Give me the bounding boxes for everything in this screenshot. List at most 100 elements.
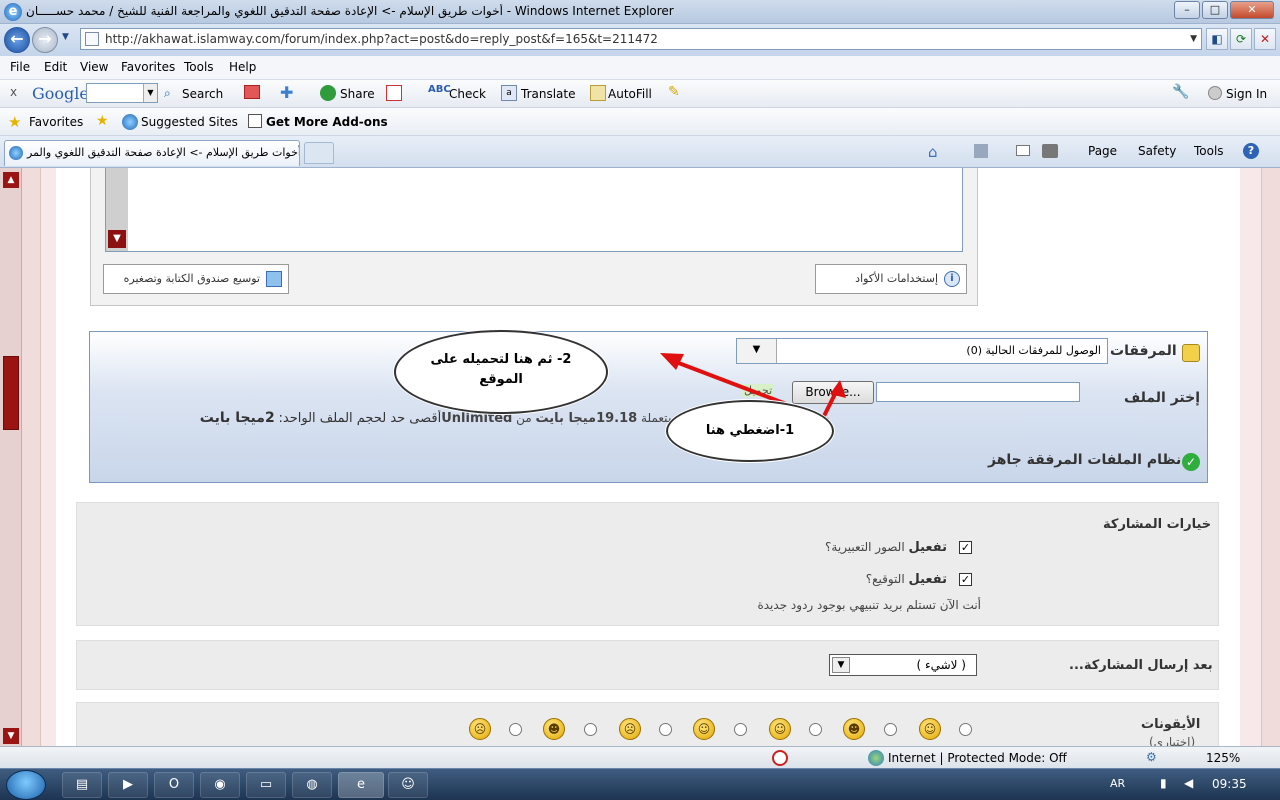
volume-icon[interactable]: ◀	[1184, 776, 1193, 790]
plus-icon[interactable]: ✚	[280, 83, 293, 102]
after-post-label: بعد إرسال المشاركة...	[1069, 658, 1213, 673]
taskbar-messenger-icon[interactable]: ☺	[388, 772, 428, 798]
blocked-icon	[772, 750, 788, 766]
status-bar: Internet | Protected Mode: Off ⚙ 125%	[0, 746, 1280, 768]
add-favorite-icon[interactable]: ★	[96, 113, 109, 129]
stop-icon[interactable]: ✕	[1254, 28, 1276, 50]
tools-menu[interactable]: Tools	[1194, 144, 1224, 158]
after-post-value: ( لاشيء )	[916, 658, 966, 672]
bookmark-icon[interactable]	[244, 85, 260, 99]
google-search-button[interactable]: Search	[182, 87, 223, 101]
signature-label-text: التوقيع؟	[865, 572, 905, 586]
toolbar-close-button[interactable]: x	[10, 85, 17, 99]
smile-icon: ☺	[919, 718, 941, 740]
arrow-step2-tail	[675, 360, 761, 396]
menu-favorites[interactable]: Favorites	[121, 60, 175, 74]
new-tab-button[interactable]	[304, 142, 334, 164]
icon-radio-1[interactable]	[959, 723, 972, 736]
network-icon[interactable]: ▮	[1160, 776, 1167, 790]
google-search-input[interactable]: ▼	[86, 83, 158, 103]
taskbar-explorer-icon[interactable]: ▭	[246, 772, 286, 798]
feeds-icon[interactable]	[974, 144, 988, 158]
highlighter-icon[interactable]: ✎	[668, 84, 680, 100]
emoticons-label: تفعيل الصور التعبيرية؟	[823, 540, 947, 555]
taskbar-ie-icon[interactable]: e	[338, 772, 384, 798]
mail-icon[interactable]	[1016, 145, 1030, 156]
security-zone: Internet | Protected Mode: Off	[888, 751, 1067, 765]
address-url: http://akhawat.islamway.com/forum/index.…	[105, 32, 658, 46]
compatibility-icon[interactable]: ◧	[1206, 28, 1228, 50]
post-options-section: خيارات المشاركة ✓ تفعيل الصور التعبيرية؟…	[76, 502, 1219, 626]
tab-active[interactable]: أخوات طريق الإسلام -> الإعادة صفحة التدق…	[4, 140, 300, 166]
help-icon[interactable]: ?	[1243, 143, 1259, 159]
taskbar-office-icon[interactable]: O	[154, 772, 194, 798]
menu-view[interactable]: View	[80, 60, 108, 74]
popup-blocker-icon[interactable]	[386, 85, 402, 101]
emoticons-checkbox[interactable]: ✓	[959, 541, 972, 554]
share-button[interactable]: Share	[340, 87, 375, 101]
menu-tools[interactable]: Tools	[184, 60, 214, 74]
after-post-section: بعد إرسال المشاركة... ▼ ( لاشيء )	[76, 640, 1219, 690]
signature-label: تفعيل التوقيع؟	[843, 572, 947, 587]
menu-edit[interactable]: Edit	[44, 60, 67, 74]
window-title-bar: e أخوات طريق الإسلام -> الإعادة صفحة الت…	[0, 0, 1280, 24]
user-icon	[1208, 86, 1222, 100]
search-icon: ⌕	[164, 86, 171, 100]
ie-logo-icon: e	[4, 3, 22, 21]
start-button[interactable]	[6, 770, 46, 800]
favorites-star-icon: ★	[8, 113, 22, 131]
arrowhead-step2	[660, 353, 684, 370]
home-icon[interactable]: ⌂	[928, 143, 938, 161]
icon-radio-7[interactable]	[509, 723, 522, 736]
suggested-sites-link[interactable]: Suggested Sites	[141, 115, 238, 129]
history-dropdown-icon[interactable]: ▼	[62, 32, 69, 42]
clock: 09:35	[1212, 777, 1247, 791]
zoom-level[interactable]: 125%	[1206, 751, 1240, 765]
page-menu[interactable]: Page	[1088, 144, 1117, 158]
icon-radio-3[interactable]	[809, 723, 822, 736]
taskbar-firefox-icon[interactable]: ◉	[200, 772, 240, 798]
spellcheck-icon: ABC	[428, 84, 451, 95]
icon-radio-4[interactable]	[734, 723, 747, 736]
menu-file[interactable]: File	[10, 60, 30, 74]
signature-label-bold: تفعيل	[908, 572, 948, 587]
taskbar: ▤ ▶ O ◉ ▭ ◍ e ☺ AR ▮ ◀ 09:35	[0, 768, 1280, 800]
tab-row: أخوات طريق الإسلام -> الإعادة صفحة التدق…	[0, 136, 1280, 168]
icon-radio-5[interactable]	[659, 723, 672, 736]
signature-checkbox[interactable]: ✓	[959, 573, 972, 586]
favorites-button[interactable]: Favorites	[29, 115, 83, 129]
back-button[interactable]: ←	[4, 27, 30, 53]
after-post-select[interactable]: ▼ ( لاشيء )	[829, 654, 977, 676]
wrench-icon[interactable]: 🔧	[1172, 84, 1189, 100]
address-bar[interactable]: http://akhawat.islamway.com/forum/index.…	[80, 28, 1202, 50]
angry-icon: ☹	[469, 718, 491, 740]
google-toolbar: x Google ▼ ⌕ Search ✚ Share ABC Check a …	[0, 80, 1280, 108]
emoticons-label-bold: تفعيل	[908, 540, 948, 555]
sign-in-button[interactable]: Sign In	[1226, 87, 1267, 101]
grin-icon: ☻	[843, 718, 865, 740]
icon-radio-2[interactable]	[884, 723, 897, 736]
taskbar-chrome-icon[interactable]: ◍	[292, 772, 332, 798]
addons-icon	[248, 114, 262, 128]
ie-site-icon	[122, 114, 138, 130]
print-icon[interactable]	[1042, 144, 1058, 158]
taskbar-app-1-icon[interactable]: ▤	[62, 772, 102, 798]
menu-help[interactable]: Help	[229, 60, 256, 74]
get-addons-link[interactable]: Get More Add-ons	[266, 115, 388, 129]
check-button[interactable]: Check	[449, 87, 486, 101]
maximize-button[interactable]: □	[1202, 1, 1228, 19]
forward-button[interactable]: →	[32, 27, 58, 53]
close-button[interactable]: ✕	[1230, 1, 1274, 19]
minimize-button[interactable]: –	[1174, 1, 1200, 19]
surprised-icon: ☹	[619, 718, 641, 740]
autofill-button[interactable]: AutoFill	[608, 87, 652, 101]
icon-radio-6[interactable]	[584, 723, 597, 736]
taskbar-media-icon[interactable]: ▶	[108, 772, 148, 798]
safety-menu[interactable]: Safety	[1138, 144, 1176, 158]
emoticons-label-text: الصور التعبيرية؟	[825, 540, 905, 554]
address-dropdown-icon[interactable]: ▼	[1190, 29, 1197, 49]
refresh-icon[interactable]: ⟳	[1230, 28, 1252, 50]
menu-bar: File Edit View Favorites Tools Help	[0, 56, 1280, 80]
input-language[interactable]: AR	[1110, 777, 1125, 790]
translate-button[interactable]: Translate	[521, 87, 576, 101]
